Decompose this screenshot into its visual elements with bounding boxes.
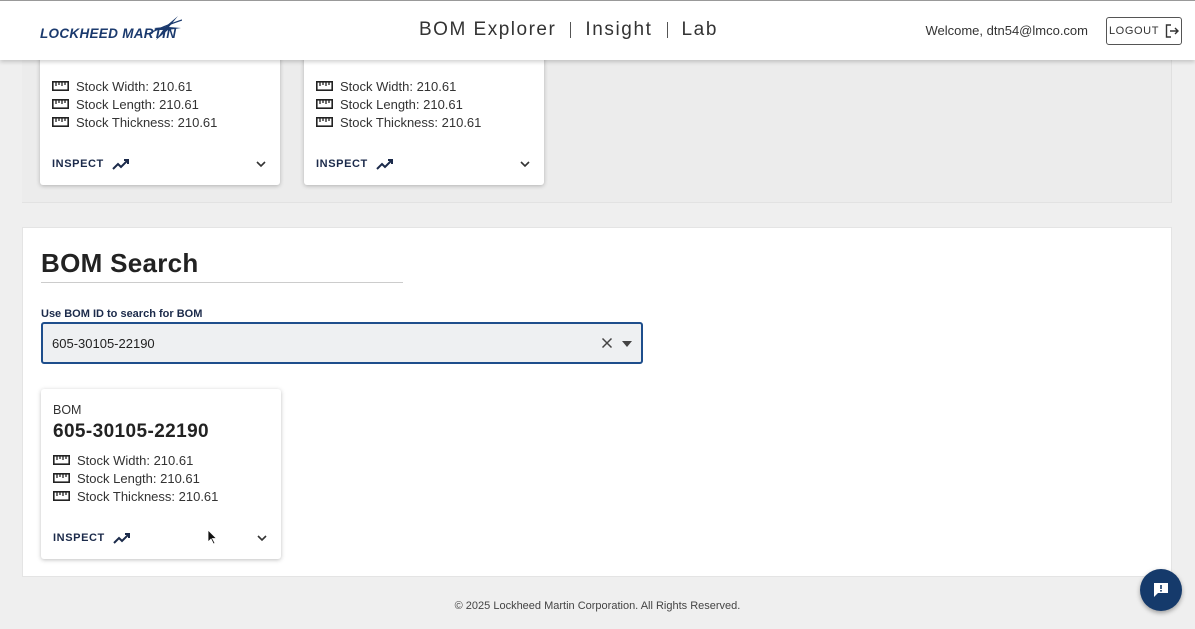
app-header: LOCKHEED MARTIN BOM Explorer Insight Lab… [0, 0, 1195, 60]
spec-text: Stock Width: 210.61 [340, 78, 457, 94]
spec-text: Stock Thickness: 210.61 [77, 488, 219, 504]
section-title: BOM Search [41, 248, 199, 278]
title-divider [570, 22, 572, 38]
spec-stock-length: Stock Length: 210.61 [53, 469, 218, 487]
ruler-icon [53, 491, 70, 501]
bom-card-title: 605-30105-22190 [53, 421, 210, 442]
inspect-button[interactable]: INSPECT [316, 158, 394, 170]
star-icon [148, 16, 182, 40]
app-title-bom-explorer: BOM Explorer [419, 19, 557, 40]
feedback-icon [1154, 583, 1168, 597]
user-email: dtn54@lmco.com [986, 23, 1088, 38]
spec-stock-thickness: Stock Thickness: 210.61 [316, 113, 481, 131]
trending-up-icon [376, 159, 393, 170]
card-actions: INSPECT [316, 157, 532, 171]
inspect-label: INSPECT [52, 158, 104, 170]
lockheed-martin-logo[interactable]: LOCKHEED MARTIN [40, 16, 182, 42]
spec-stock-width: Stock Width: 210.61 [53, 451, 218, 469]
card-actions: INSPECT [52, 157, 268, 171]
spec-stock-width: Stock Width: 210.61 [316, 77, 481, 95]
spec-text: Stock Width: 210.61 [76, 78, 193, 94]
copyright-text: © 2025 Lockheed Martin Corporation. All … [454, 600, 741, 612]
feedback-button[interactable] [1140, 569, 1182, 611]
ruler-icon [316, 99, 333, 109]
ruler-icon [52, 81, 69, 91]
bom-card-specs: Stock Width: 210.61 Stock Length: 210.61… [52, 77, 217, 131]
spec-stock-length: Stock Length: 210.61 [316, 95, 481, 113]
bom-search-combobox[interactable] [41, 322, 643, 364]
trending-up-icon [113, 533, 130, 544]
inspect-label: INSPECT [53, 532, 105, 544]
title-divider [666, 22, 668, 38]
spec-stock-thickness: Stock Thickness: 210.61 [53, 487, 218, 505]
app-title-insight: Insight [585, 19, 653, 40]
spec-text: Stock Thickness: 210.61 [76, 114, 218, 130]
app-title: BOM Explorer Insight Lab [419, 19, 718, 41]
spec-text: Stock Width: 210.61 [77, 452, 194, 468]
title-underline [41, 282, 403, 283]
card-actions: INSPECT [53, 531, 269, 545]
spec-stock-thickness: Stock Thickness: 210.61 [52, 113, 217, 131]
inspect-button[interactable]: INSPECT [53, 532, 131, 544]
spec-text: Stock Length: 210.61 [76, 96, 199, 112]
spec-text: Stock Length: 210.61 [77, 470, 200, 486]
clear-icon[interactable] [601, 337, 613, 349]
ruler-icon [316, 117, 333, 127]
inspect-label: INSPECT [316, 158, 368, 170]
bom-search-section: BOM Search Use BOM ID to search for BOM … [22, 227, 1172, 577]
chevron-down-icon[interactable] [254, 157, 268, 171]
mouse-cursor-icon [207, 529, 217, 545]
ruler-icon [316, 81, 333, 91]
bom-result-card: BOM 605-30105-22190 Stock Width: 210.61 … [41, 389, 281, 559]
bom-card-specs: Stock Width: 210.61 Stock Length: 210.61… [53, 451, 218, 505]
spec-stock-length: Stock Length: 210.61 [52, 95, 217, 113]
ruler-icon [53, 473, 70, 483]
inspect-button[interactable]: INSPECT [52, 158, 130, 170]
ruler-icon [53, 455, 70, 465]
dropdown-arrow-icon[interactable] [622, 341, 632, 347]
welcome-prefix: Welcome, [925, 23, 987, 38]
welcome-message: Welcome, dtn54@lmco.com [925, 23, 1088, 38]
spec-stock-width: Stock Width: 210.61 [52, 77, 217, 95]
spec-text: Stock Thickness: 210.61 [340, 114, 482, 130]
ruler-icon [52, 117, 69, 127]
app-title-lab: Lab [681, 19, 719, 40]
trending-up-icon [112, 159, 129, 170]
chevron-down-icon[interactable] [255, 531, 269, 545]
logout-label: LOGOUT [1108, 25, 1160, 37]
spec-text: Stock Length: 210.61 [340, 96, 463, 112]
chevron-down-icon[interactable] [518, 157, 532, 171]
ruler-icon [52, 99, 69, 109]
logout-icon [1165, 24, 1180, 38]
logout-button[interactable]: LOGOUT [1106, 17, 1182, 45]
bom-card-specs: Stock Width: 210.61 Stock Length: 210.61… [316, 77, 481, 131]
bom-search-input[interactable] [52, 335, 572, 351]
page-footer: © 2025 Lockheed Martin Corporation. All … [0, 583, 1195, 629]
search-label: Use BOM ID to search for BOM [41, 308, 203, 320]
bom-type-label: BOM [53, 403, 82, 417]
